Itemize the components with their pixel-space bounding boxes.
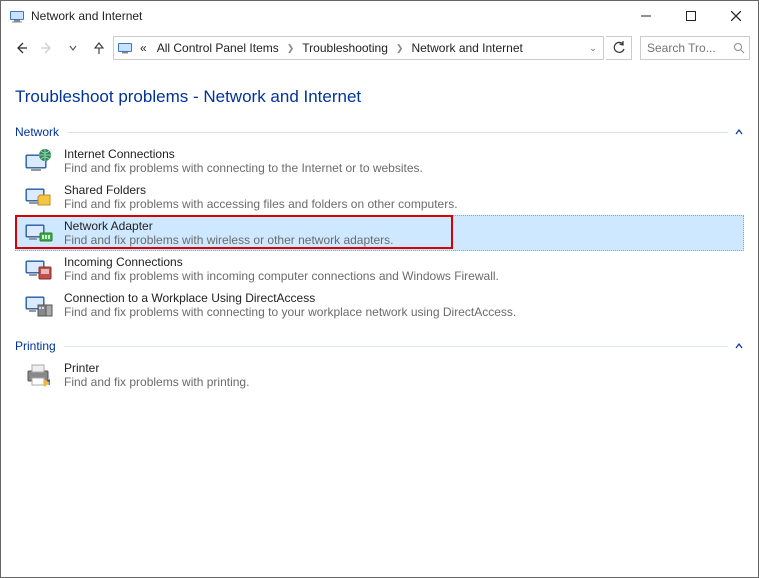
globe-monitor-icon bbox=[24, 147, 54, 175]
troubleshooter-directaccess[interactable]: Connection to a Workplace Using DirectAc… bbox=[15, 287, 744, 323]
section-body-printing: Printer Find and fix problems with print… bbox=[15, 357, 744, 393]
item-desc: Find and fix problems with connecting to… bbox=[64, 305, 516, 319]
navbar: « All Control Panel Items ❯ Troubleshoot… bbox=[1, 31, 758, 65]
item-desc: Find and fix problems with incoming comp… bbox=[64, 269, 499, 283]
item-title: Connection to a Workplace Using DirectAc… bbox=[64, 291, 516, 305]
troubleshooter-internet-connections[interactable]: Internet Connections Find and fix proble… bbox=[15, 143, 744, 179]
section-header-network[interactable]: Network bbox=[15, 125, 744, 139]
printer-icon bbox=[24, 361, 54, 389]
section-body-network: Internet Connections Find and fix proble… bbox=[15, 143, 744, 323]
troubleshooter-shared-folders[interactable]: Shared Folders Find and fix problems wit… bbox=[15, 179, 744, 215]
content-area: Troubleshoot problems - Network and Inte… bbox=[1, 65, 758, 577]
item-title: Printer bbox=[64, 361, 249, 375]
collapse-icon[interactable] bbox=[734, 341, 744, 351]
directaccess-icon bbox=[24, 291, 54, 319]
item-title: Incoming Connections bbox=[64, 255, 499, 269]
address-dropdown[interactable]: ⌄ bbox=[585, 43, 601, 54]
search-box[interactable] bbox=[640, 36, 750, 60]
breadcrumb-prefix: « bbox=[136, 41, 151, 55]
collapse-icon[interactable] bbox=[734, 127, 744, 137]
breadcrumb-item[interactable]: All Control Panel Items bbox=[153, 41, 283, 55]
search-input[interactable] bbox=[645, 40, 729, 56]
breadcrumb-item[interactable]: Network and Internet bbox=[407, 41, 526, 55]
minimize-button[interactable] bbox=[623, 1, 668, 31]
troubleshooter-printer[interactable]: Printer Find and fix problems with print… bbox=[15, 357, 744, 393]
address-icon bbox=[116, 39, 134, 57]
section-divider bbox=[67, 132, 728, 133]
troubleshooter-network-adapter[interactable]: Network Adapter Find and fix problems wi… bbox=[15, 215, 744, 251]
system-icon bbox=[9, 8, 25, 24]
close-button[interactable] bbox=[713, 1, 758, 31]
window-controls bbox=[623, 1, 758, 31]
item-title: Internet Connections bbox=[64, 147, 423, 161]
address-bar[interactable]: « All Control Panel Items ❯ Troubleshoot… bbox=[113, 36, 604, 60]
chevron-right-icon[interactable]: ❯ bbox=[394, 43, 406, 54]
forward-button[interactable] bbox=[35, 36, 59, 60]
search-icon bbox=[733, 42, 745, 54]
chevron-right-icon[interactable]: ❯ bbox=[285, 43, 297, 54]
up-button[interactable] bbox=[87, 36, 111, 60]
incoming-connections-icon bbox=[24, 255, 54, 283]
refresh-button[interactable] bbox=[606, 36, 632, 60]
recent-dropdown[interactable] bbox=[61, 36, 85, 60]
section-divider bbox=[64, 346, 728, 347]
window-title: Network and Internet bbox=[31, 9, 142, 23]
window: Network and Internet « All Control Panel… bbox=[0, 0, 759, 578]
network-adapter-icon bbox=[24, 219, 54, 247]
item-desc: Find and fix problems with wireless or o… bbox=[64, 233, 393, 247]
back-button[interactable] bbox=[9, 36, 33, 60]
titlebar: Network and Internet bbox=[1, 1, 758, 31]
section-label: Printing bbox=[15, 339, 56, 353]
breadcrumb-item[interactable]: Troubleshooting bbox=[298, 41, 392, 55]
page-title: Troubleshoot problems - Network and Inte… bbox=[15, 87, 744, 107]
shared-folders-icon bbox=[24, 183, 54, 211]
item-desc: Find and fix problems with connecting to… bbox=[64, 161, 423, 175]
section-header-printing[interactable]: Printing bbox=[15, 339, 744, 353]
maximize-button[interactable] bbox=[668, 1, 713, 31]
item-desc: Find and fix problems with printing. bbox=[64, 375, 249, 389]
item-title: Shared Folders bbox=[64, 183, 458, 197]
section-label: Network bbox=[15, 125, 59, 139]
item-title: Network Adapter bbox=[64, 219, 393, 233]
item-desc: Find and fix problems with accessing fil… bbox=[64, 197, 458, 211]
titlebar-left: Network and Internet bbox=[9, 8, 142, 24]
troubleshooter-incoming-connections[interactable]: Incoming Connections Find and fix proble… bbox=[15, 251, 744, 287]
